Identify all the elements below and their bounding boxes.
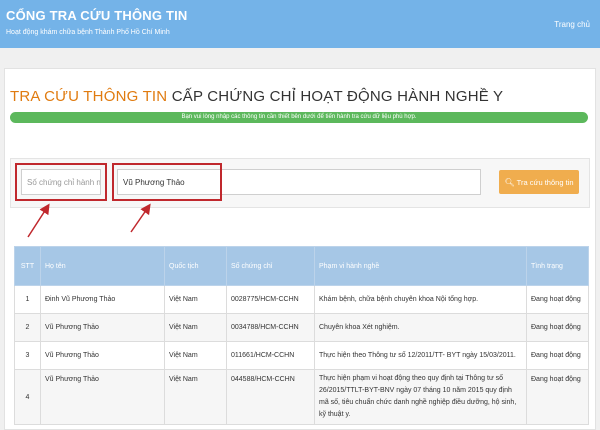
table-row: 3 Vũ Phương Thảo Việt Nam 011661/HCM-CCH… [14, 341, 589, 370]
column-header-stt: STT [14, 246, 41, 286]
home-link[interactable]: Trang chủ [554, 20, 590, 29]
column-header-cert-no: Số chứng chỉ [226, 246, 315, 286]
column-header-nationality: Quốc tịch [164, 246, 227, 286]
cell-nationality: Việt Nam [164, 369, 227, 425]
column-header-status: Tình trạng [526, 246, 589, 286]
table-row: 4 Vũ Phương Thảo Việt Nam 044588/HCM-CCH… [14, 369, 589, 425]
cell-cert-no-link[interactable]: 0028775/HCM-CCHN [226, 285, 315, 314]
cell-status: Đang hoạt động [526, 369, 589, 425]
cell-name-link[interactable]: Đinh Vũ Phương Thảo [40, 285, 165, 314]
info-banner: Bạn vui lòng nhập các thông tin cần thiế… [10, 112, 588, 123]
search-icon: 🔍︎ [504, 177, 515, 187]
app-title: CỔNG TRA CỨU THÔNG TIN [6, 8, 188, 23]
app-subtitle: Hoạt động khám chữa bệnh Thành Phố Hồ Ch… [6, 29, 170, 36]
cell-name-link[interactable]: Vũ Phương Thảo [40, 341, 165, 370]
cell-stt: 1 [14, 285, 41, 314]
column-header-name: Họ tên [40, 246, 165, 286]
page-title-highlight: TRA CỨU THÔNG TIN [10, 88, 168, 105]
results-table: STT Họ tên Quốc tịch Số chứng chỉ Phạm v… [14, 246, 589, 425]
cell-stt: 4 [14, 369, 41, 425]
cell-status: Đang hoạt động [526, 313, 589, 342]
table-row: 2 Vũ Phương Thảo Việt Nam 0034788/HCM-CC… [14, 313, 589, 342]
cell-name-link[interactable]: Vũ Phương Thảo [40, 369, 165, 425]
cell-cert-no-link[interactable]: 0034788/HCM-CCHN [226, 313, 315, 342]
cell-scope: Thực hiện phạm vi hoạt động theo quy địn… [314, 369, 527, 425]
page-title-rest: CẤP CHỨNG CHỈ HOẠT ĐỘNG HÀNH NGHỀ Y [167, 88, 504, 105]
cell-stt: 2 [14, 313, 41, 342]
table-row: 1 Đinh Vũ Phương Thảo Việt Nam 0028775/H… [14, 285, 589, 314]
cell-scope: Chuyên khoa Xét nghiệm. [314, 313, 527, 342]
table-header-row: STT Họ tên Quốc tịch Số chứng chỉ Phạm v… [14, 246, 589, 286]
cell-nationality: Việt Nam [164, 341, 227, 370]
top-header-bar: CỔNG TRA CỨU THÔNG TIN Hoạt động khám ch… [0, 0, 600, 48]
cell-cert-no-link[interactable]: 044588/HCM-CCHN [226, 369, 315, 425]
cell-scope: Thực hiện theo Thông tư số 12/2011/TT- B… [314, 341, 527, 370]
page-title: TRA CỨU THÔNG TIN CẤP CHỨNG CHỈ HOẠT ĐỘN… [10, 88, 503, 105]
cell-name-link[interactable]: Vũ Phương Thảo [40, 313, 165, 342]
search-button[interactable]: 🔍︎ Tra cứu thông tin [499, 170, 579, 194]
cell-scope: Khám bệnh, chữa bệnh chuyên khoa Nội tổn… [314, 285, 527, 314]
search-button-label: Tra cứu thông tin [516, 177, 574, 187]
cell-cert-no-link[interactable]: 011661/HCM-CCHN [226, 341, 315, 370]
cell-status: Đang hoạt động [526, 285, 589, 314]
cell-nationality: Việt Nam [164, 313, 227, 342]
cell-status: Đang hoạt động [526, 341, 589, 370]
column-header-scope: Phạm vi hành nghề [314, 246, 527, 286]
cell-stt: 3 [14, 341, 41, 370]
cell-nationality: Việt Nam [164, 285, 227, 314]
name-search-input[interactable] [117, 169, 481, 195]
certificate-number-input[interactable] [21, 169, 101, 195]
